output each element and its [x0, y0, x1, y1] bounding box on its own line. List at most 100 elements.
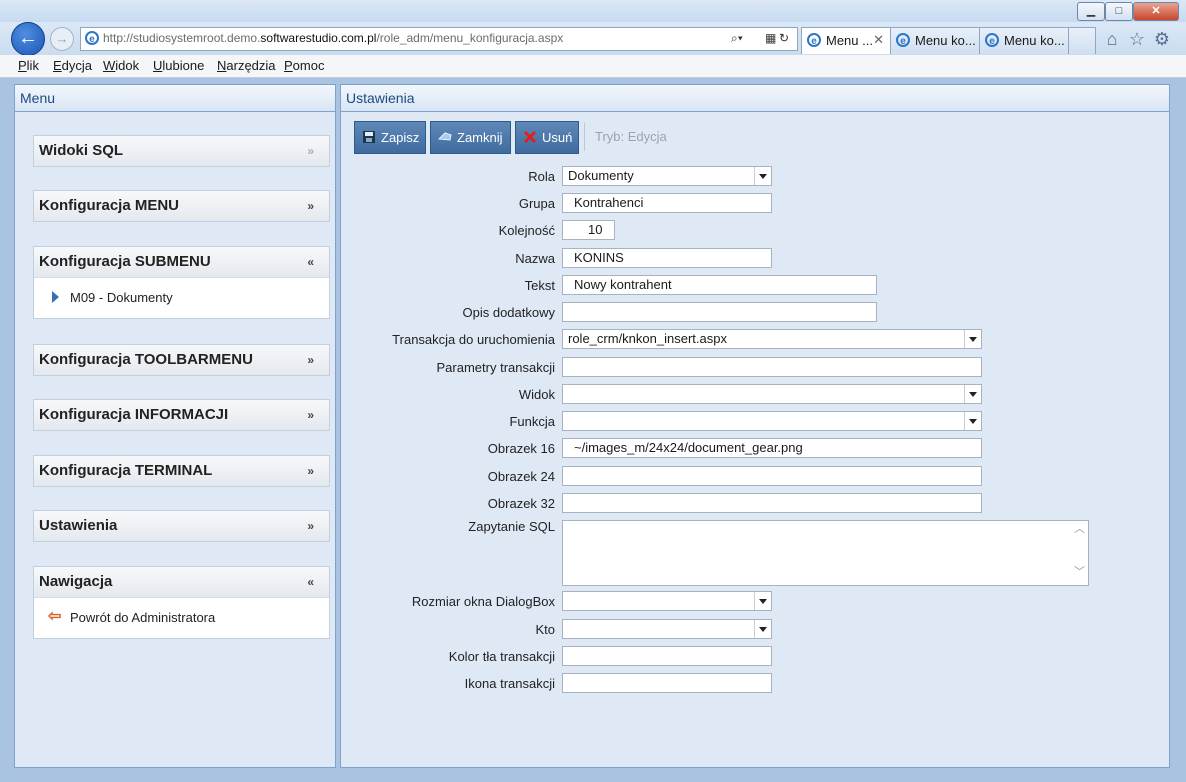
nav-item-powrot[interactable]: Powrót do Administratora [70, 610, 215, 625]
menu-ulubione[interactable]: Ulubione [153, 58, 204, 73]
tekst-field[interactable]: Nowy kontrahent [562, 275, 877, 295]
section-ustawienia[interactable]: Ustawienia » [33, 510, 330, 542]
ikona-field[interactable] [562, 673, 772, 693]
section-konfiguracja-menu[interactable]: Konfiguracja MENU » [33, 190, 330, 222]
chevron-down-icon[interactable] [754, 620, 771, 638]
chevron-down-icon[interactable] [754, 167, 771, 185]
section-widoki-sql[interactable]: Widoki SQL » [33, 135, 330, 167]
chevron-down-icon: » [307, 353, 314, 367]
save-label: Zapisz [381, 130, 420, 145]
favorites-star-icon[interactable]: ☆ [1127, 29, 1147, 49]
rola-select[interactable]: Dokumenty [562, 166, 772, 186]
main-panel: Ustawienia Zapisz Zamknij Usuń Tryb: Edy… [340, 84, 1170, 768]
close-button[interactable]: Zamknij [430, 121, 511, 154]
url-field[interactable]: e http://studiosystemroot.demo.softwares… [80, 27, 798, 51]
close-window-button[interactable]: ✕ [1133, 2, 1179, 21]
scroll-up-icon[interactable]: ︿ [1074, 524, 1085, 535]
label-kto: Kto [535, 622, 555, 637]
tab-1[interactable]: e Menu ... ✕ [801, 27, 891, 54]
section-konfiguracja-terminal[interactable]: Konfiguracja TERMINAL » [33, 455, 330, 487]
kolor-field[interactable] [562, 646, 772, 666]
compat-view-icon[interactable]: ▦ [765, 31, 776, 45]
chevron-down-icon: » [307, 408, 314, 422]
save-button[interactable]: Zapisz [354, 121, 426, 154]
mode-indicator: Tryb: Edycja [595, 129, 667, 144]
new-tab-button[interactable] [1068, 27, 1096, 54]
section-nawigacja[interactable]: Nawigacja « ⇦ Powrót do Administratora [33, 566, 330, 639]
kto-select[interactable] [562, 619, 772, 639]
page-content: Menu Widoki SQL » Konfiguracja MENU » Konf… [9, 79, 1179, 773]
sidebar-title: Menu [15, 85, 335, 112]
kolejnosc-field[interactable]: 10 [562, 220, 615, 240]
label-obrazek16: Obrazek 16 [487, 441, 555, 456]
section-title: Widoki SQL [39, 142, 124, 159]
label-kolor: Kolor tła transakcji [448, 649, 555, 664]
close-tab-icon[interactable]: ✕ [873, 32, 884, 48]
funkcja-select[interactable] [562, 411, 982, 431]
obrazek24-field[interactable] [562, 466, 982, 486]
label-ikona: Ikona transakcji [464, 676, 555, 691]
tab-label: Menu ko... [1004, 33, 1065, 48]
back-arrow-icon: ⇦ [48, 608, 62, 625]
label-rola: Rola [528, 169, 555, 184]
minimize-button[interactable]: ▁ [1077, 2, 1105, 21]
tab-label: Menu ko... [915, 33, 976, 48]
red-x-icon [523, 130, 537, 144]
submenu-item-m09[interactable]: M09 - Dokumenty [70, 290, 173, 305]
back-button[interactable]: ← [11, 22, 45, 56]
sql-textarea[interactable]: ︿ ﹀ [562, 520, 1089, 586]
rozmiar-select[interactable] [562, 591, 772, 611]
arrow-right-icon [52, 291, 59, 303]
chevron-down-icon[interactable] [754, 592, 771, 610]
ie-tab-icon: e [807, 33, 821, 47]
section-title: Konfiguracja TOOLBARMENU [39, 351, 253, 368]
search-icon[interactable]: ⌕▾ [731, 31, 743, 46]
widok-select[interactable] [562, 384, 982, 404]
parametry-field[interactable] [562, 357, 982, 377]
floppy-icon [363, 131, 375, 143]
label-nazwa: Nazwa [515, 251, 555, 266]
nazwa-field[interactable]: KONINS [562, 248, 772, 268]
transakcja-select[interactable]: role_crm/knkon_insert.aspx [562, 329, 982, 349]
label-tekst: Tekst [524, 278, 555, 293]
opis-field[interactable] [562, 302, 877, 322]
transakcja-value: role_crm/knkon_insert.aspx [568, 331, 727, 346]
menu-widok[interactable]: Widok [103, 58, 139, 73]
menu-edycja[interactable]: Edycja [53, 58, 92, 73]
menu-pomoc[interactable]: Pomoc [284, 58, 324, 73]
door-close-icon [438, 132, 452, 141]
obrazek16-field[interactable]: ~/images_m/24x24/document_gear.png [562, 438, 982, 458]
obrazek32-field[interactable] [562, 493, 982, 513]
ie-page-icon: e [85, 31, 99, 45]
label-funkcja: Funkcja [509, 414, 555, 429]
menu-plik[interactable]: Plik [18, 58, 39, 73]
section-konfiguracja-informacji[interactable]: Konfiguracja INFORMACJI » [33, 399, 330, 431]
section-konfiguracja-submenu[interactable]: Konfiguracja SUBMENU « M09 - Dokumenty [33, 246, 330, 319]
refresh-icon[interactable]: ↻ [779, 31, 789, 45]
label-parametry: Parametry transakcji [436, 360, 555, 375]
gear-icon[interactable]: ⚙ [1152, 29, 1172, 49]
grupa-field[interactable]: Kontrahenci [562, 193, 772, 213]
section-konfiguracja-toolbarmenu[interactable]: Konfiguracja TOOLBARMENU » [33, 344, 330, 376]
tab-2[interactable]: e Menu ko... [890, 27, 980, 54]
chevron-down-icon[interactable] [964, 385, 981, 403]
label-grupa: Grupa [518, 196, 555, 211]
chevron-down-icon: » [307, 464, 314, 478]
window-titlebar: ▁ □ ✕ [0, 0, 1186, 22]
section-title: Nawigacja [39, 573, 113, 590]
label-opis: Opis dodatkowy [462, 305, 556, 320]
home-icon[interactable]: ⌂ [1102, 29, 1122, 49]
forward-button[interactable]: → [50, 27, 74, 51]
chevron-down-icon: » [307, 144, 314, 158]
section-title: Konfiguracja INFORMACJI [39, 406, 229, 423]
menu-narzedzia[interactable]: Narzędzia [217, 58, 276, 73]
chevron-down-icon[interactable] [964, 330, 981, 348]
delete-label: Usuń [542, 130, 573, 145]
delete-button[interactable]: Usuń [515, 121, 579, 154]
chevron-down-icon[interactable] [964, 412, 981, 430]
toolbar-separator [584, 123, 585, 151]
tab-3[interactable]: e Menu ko... [979, 27, 1069, 54]
scroll-down-icon[interactable]: ﹀ [1074, 567, 1085, 578]
maximize-button[interactable]: □ [1105, 2, 1133, 21]
section-title: Ustawienia [39, 517, 118, 534]
